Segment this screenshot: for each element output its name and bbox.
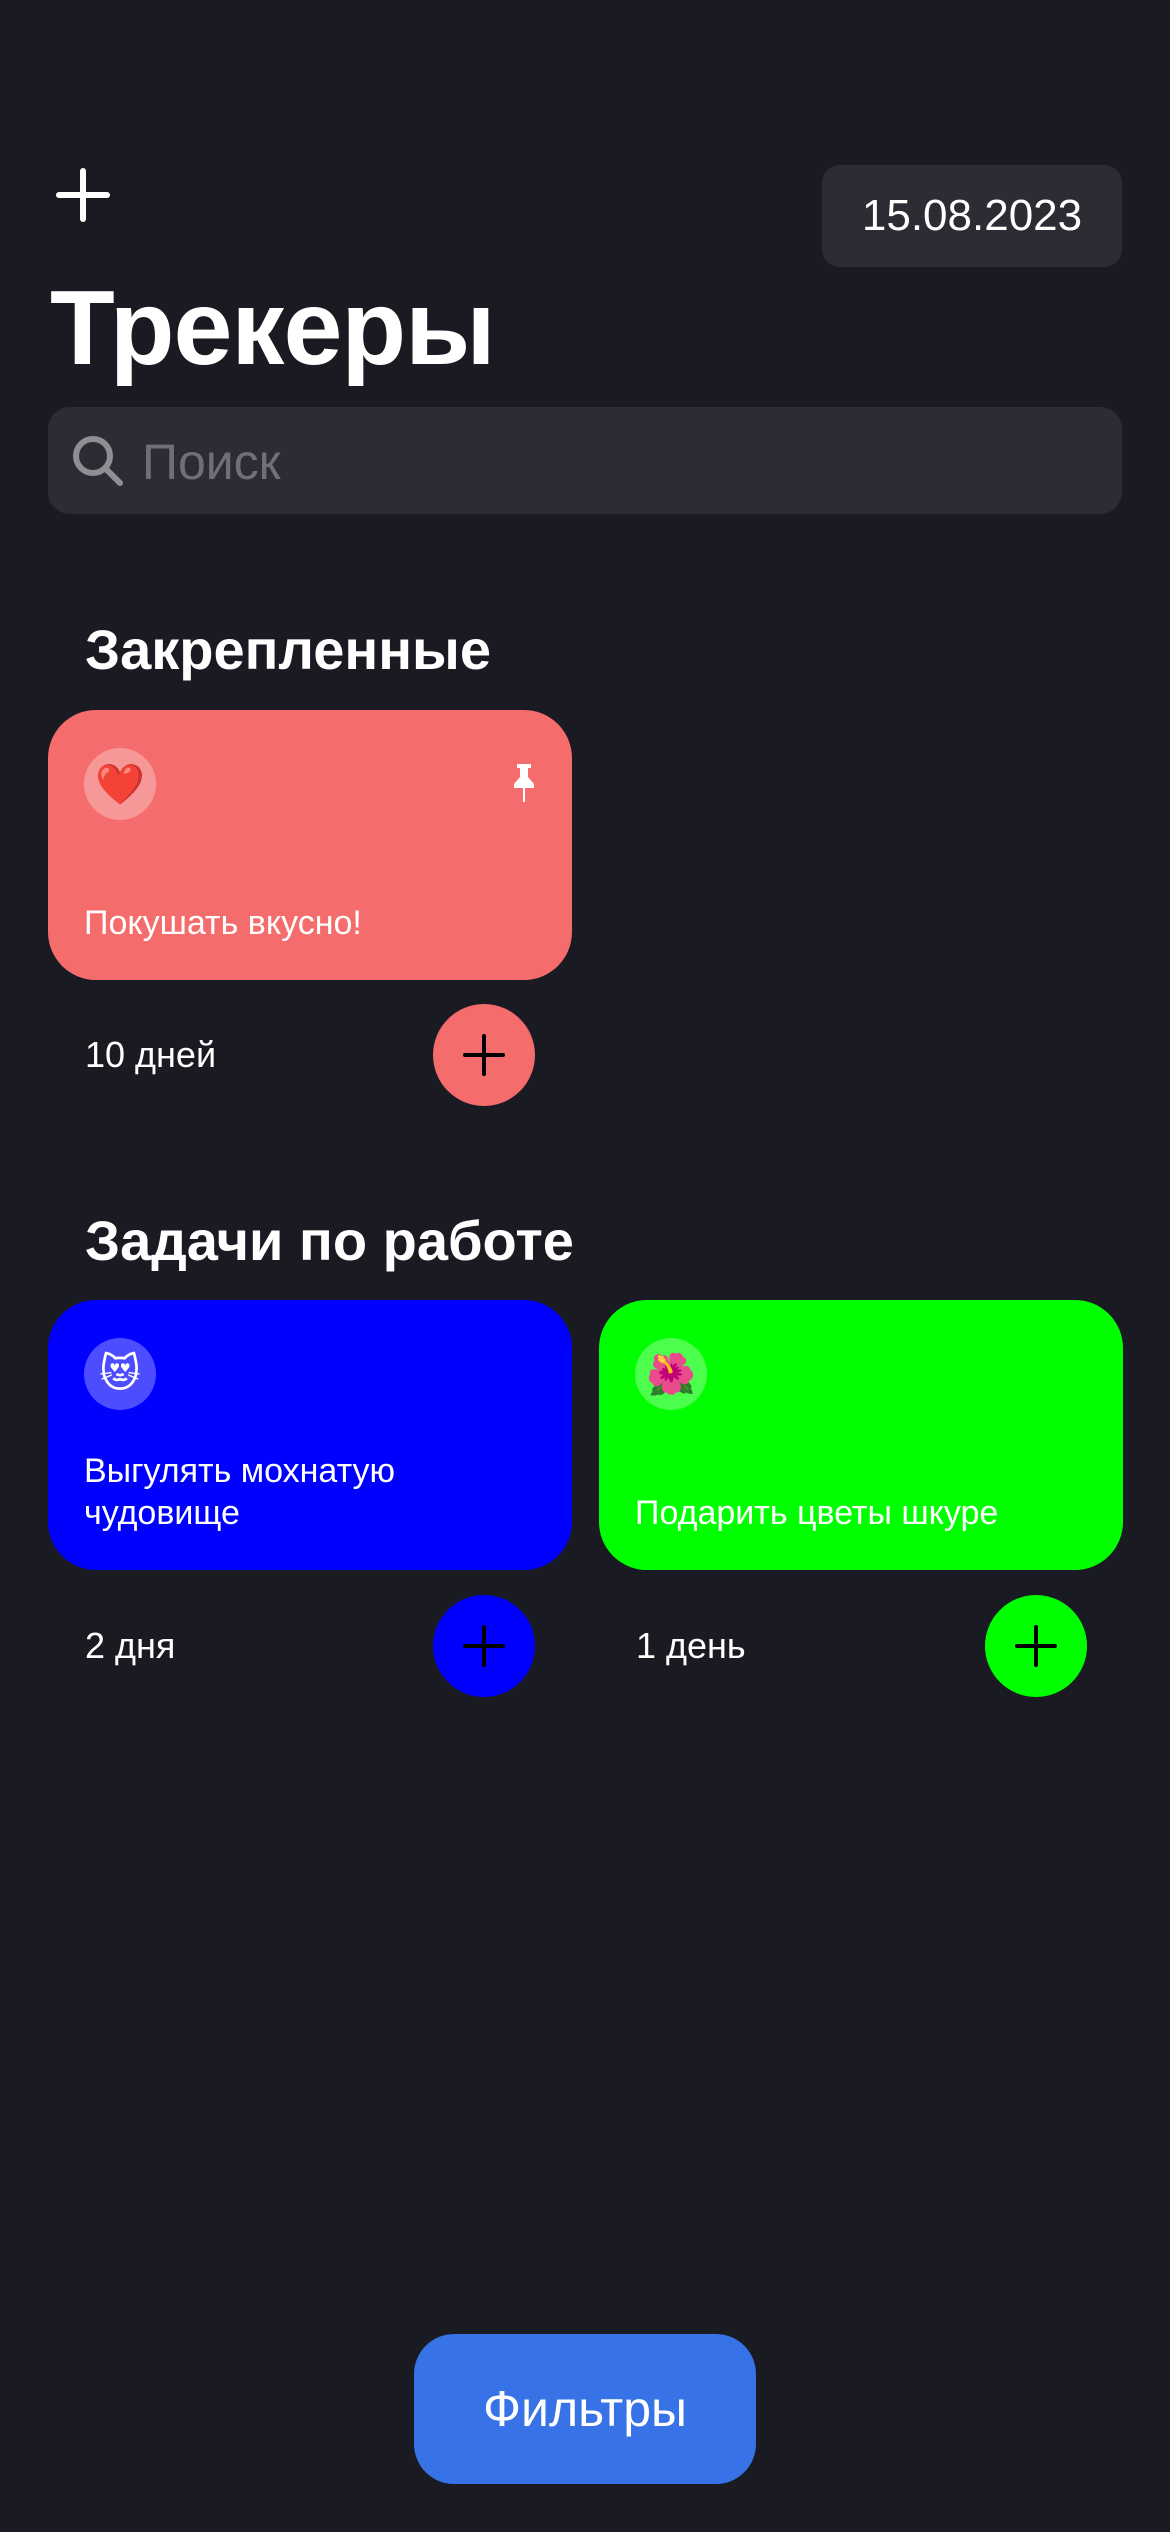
tracker-emoji: ❤️ xyxy=(84,748,156,820)
pin-icon[interactable] xyxy=(510,762,538,804)
tracker-card[interactable]: 😻 Выгулять мохнатую чудовище xyxy=(48,1300,572,1570)
search-input[interactable] xyxy=(140,407,1104,516)
tracker-emoji: 😻 xyxy=(84,1338,156,1410)
tracker-title: Выгулять мохнатую чудовище xyxy=(84,1452,396,1532)
search-icon xyxy=(73,436,123,486)
tracker-days: 2 дня xyxy=(85,1625,176,1666)
search-bar[interactable] xyxy=(48,407,1122,516)
tracker-days: 1 день xyxy=(636,1625,746,1666)
tracker-title: Покушать вкусно! xyxy=(84,904,362,942)
section-title-pinned: Закрепленные xyxy=(85,618,492,681)
tracker-title: Подарить цветы шкуре xyxy=(635,1494,999,1532)
section-title-work: Задачи по работе xyxy=(85,1209,574,1272)
filters-button[interactable]: Фильтры xyxy=(414,2334,756,2484)
complete-tracker-button[interactable] xyxy=(433,1004,535,1106)
tracker-card[interactable]: ❤️ Покушать вкусно! xyxy=(48,710,572,980)
complete-tracker-button[interactable] xyxy=(985,1595,1087,1697)
complete-tracker-button[interactable] xyxy=(433,1595,535,1697)
date-picker[interactable]: 15.08.2023 xyxy=(822,165,1122,267)
add-tracker-button[interactable] xyxy=(48,160,118,230)
tracker-emoji: 🌺 xyxy=(635,1338,707,1410)
page-title: Трекеры xyxy=(50,269,496,387)
tracker-card[interactable]: 🌺 Подарить цветы шкуре xyxy=(599,1300,1123,1570)
tracker-days: 10 дней xyxy=(85,1034,217,1075)
